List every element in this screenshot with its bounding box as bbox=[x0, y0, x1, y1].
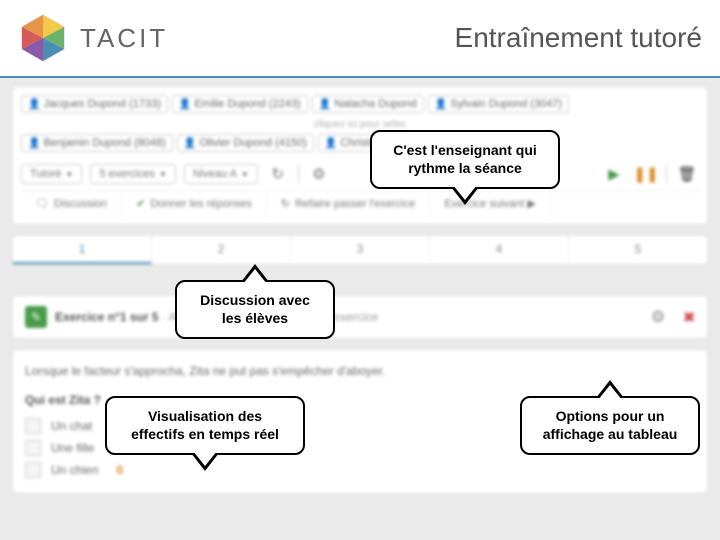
count-dropdown[interactable]: 5 exercices▼ bbox=[90, 164, 176, 184]
gear-icon: ⚙ bbox=[312, 165, 325, 183]
hint-text: cliquez ici pour selec bbox=[21, 119, 699, 130]
user-icon: 👤 bbox=[184, 138, 196, 149]
action-tabs: 🗨Discussion ✔Donner les réponses ↻Refair… bbox=[21, 190, 699, 216]
callout-discussion: Discussion avec les élèves bbox=[175, 280, 335, 339]
pencil-icon: ✎ bbox=[25, 306, 47, 328]
play-icon: ▶ bbox=[608, 165, 620, 183]
choice-label: Un chat bbox=[51, 419, 92, 433]
callout-display-options: Options pour un affichage au tableau bbox=[520, 396, 700, 455]
close-icon: ✖ bbox=[683, 309, 695, 325]
students-row: 👤Jacques Dupond (1733) 👤Emilie Dupond (2… bbox=[21, 95, 699, 113]
app-header: TACIT Entraînement tutoré bbox=[0, 0, 720, 78]
logo-text: TACIT bbox=[80, 23, 168, 54]
page-title: Entraînement tutoré bbox=[455, 22, 702, 54]
check-icon: ✔ bbox=[136, 197, 145, 210]
user-icon: 👤 bbox=[325, 138, 337, 149]
pause-icon: ❚❚ bbox=[633, 165, 658, 183]
tab-discussion[interactable]: 🗨Discussion bbox=[21, 191, 122, 216]
exercise-header: ✎ Exercice n°1 sur 5 · Aucun élève n'a r… bbox=[12, 295, 708, 339]
refresh-icon: ↻ bbox=[272, 165, 285, 183]
tab-answers[interactable]: ✔Donner les réponses bbox=[122, 191, 267, 216]
gear-icon: ⚙ bbox=[651, 309, 665, 326]
refresh-icon: ↻ bbox=[281, 197, 290, 210]
caret-icon: ▼ bbox=[241, 170, 249, 179]
exercise-settings-button[interactable]: ⚙ bbox=[651, 307, 665, 327]
trash-icon: 🗑 bbox=[677, 165, 696, 183]
checkbox[interactable] bbox=[25, 440, 41, 456]
checkbox[interactable] bbox=[25, 418, 41, 434]
pause-button[interactable]: ❚❚ bbox=[634, 162, 658, 186]
settings-button[interactable]: ⚙ bbox=[307, 162, 331, 186]
choice-count: 0 bbox=[116, 463, 123, 477]
student-chip[interactable]: 👤Jacques Dupond (1733) bbox=[21, 95, 168, 113]
step-2[interactable]: 2 bbox=[152, 236, 291, 264]
close-button[interactable]: ✖ bbox=[683, 309, 695, 326]
student-chip[interactable]: 👤Benjamin Dupond (8048) bbox=[21, 134, 173, 152]
level-dropdown[interactable]: Niveau A▼ bbox=[184, 164, 258, 184]
students-row-2: 👤Benjamin Dupond (8048) 👤Olivier Dupond … bbox=[21, 134, 699, 152]
student-chip[interactable]: 👤Emilie Dupond (2243) bbox=[172, 95, 308, 113]
step-3[interactable]: 3 bbox=[291, 236, 430, 264]
mode-dropdown[interactable]: Tutoré▼ bbox=[21, 164, 82, 184]
question-context: Lorsque le facteur s'approcha, Zita ne p… bbox=[25, 362, 695, 381]
user-icon: 👤 bbox=[319, 99, 331, 110]
divider bbox=[298, 164, 299, 184]
tab-next[interactable]: Exercice suivant ▶ bbox=[430, 191, 551, 216]
choice-row[interactable]: Un chien 0 bbox=[25, 459, 695, 481]
logo-icon bbox=[18, 13, 68, 63]
controls-row: Tutoré▼ 5 exercices▼ Niveau A▼ ↻ ⚙ ▶ ❚❚ … bbox=[21, 158, 699, 190]
user-icon: 👤 bbox=[28, 99, 40, 110]
step-5[interactable]: 5 bbox=[569, 236, 707, 264]
choice-label: Une fille bbox=[51, 441, 94, 455]
refresh-button[interactable]: ↻ bbox=[266, 162, 290, 186]
caret-icon: ▼ bbox=[159, 170, 167, 179]
callout-realtime: Visualisation des effectifs en temps rée… bbox=[105, 396, 305, 455]
choice-label: Un chien bbox=[51, 463, 98, 477]
chat-icon: 🗨 bbox=[35, 197, 49, 210]
divider bbox=[666, 164, 667, 184]
play-button[interactable]: ▶ bbox=[602, 162, 626, 186]
user-icon: 👤 bbox=[179, 99, 191, 110]
student-chip[interactable]: 👤Olivier Dupond (4150) bbox=[177, 134, 314, 152]
user-icon: 👤 bbox=[28, 138, 40, 149]
step-1[interactable]: 1 bbox=[13, 236, 152, 264]
step-4[interactable]: 4 bbox=[430, 236, 569, 264]
callout-teacher-rhythm: C'est l'enseignant qui rythme la séance bbox=[370, 130, 560, 189]
caret-icon: ▼ bbox=[65, 170, 73, 179]
checkbox[interactable] bbox=[25, 462, 41, 478]
tab-redo[interactable]: ↻Refaire passer l'exercice bbox=[267, 191, 430, 216]
progress-steps: 1 2 3 4 5 bbox=[12, 235, 708, 265]
session-card: 👤Jacques Dupond (1733) 👤Emilie Dupond (2… bbox=[12, 86, 708, 225]
delete-button[interactable]: 🗑 bbox=[675, 162, 699, 186]
student-chip[interactable]: 👤Sylvain Dupond (3047) bbox=[428, 95, 569, 113]
user-icon: 👤 bbox=[435, 99, 447, 110]
student-chip[interactable]: 👤Natacha Dupond bbox=[312, 95, 424, 113]
